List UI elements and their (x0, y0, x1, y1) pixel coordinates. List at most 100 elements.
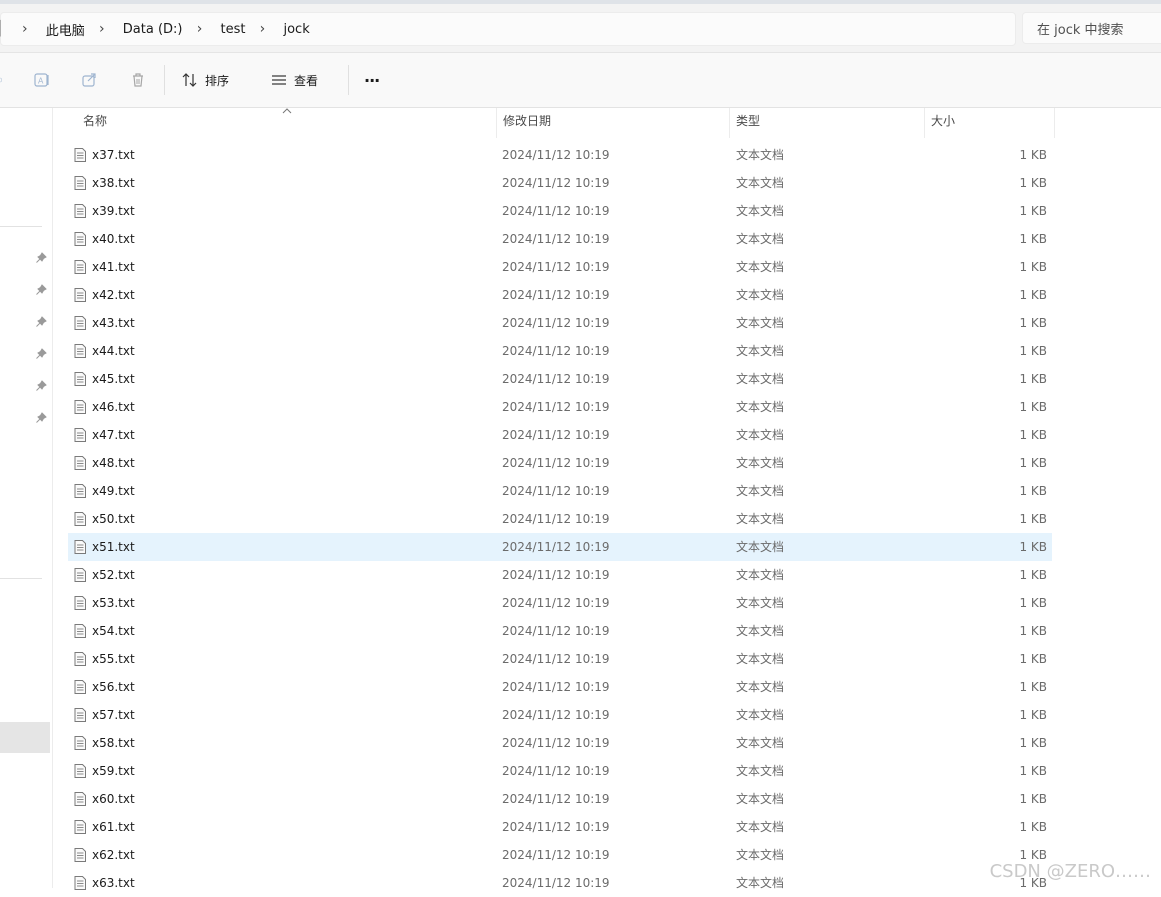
breadcrumb-item-drive[interactable]: › Data (D:) (87, 20, 185, 39)
breadcrumb-label[interactable]: jock (281, 20, 311, 39)
cut-icon[interactable] (0, 70, 6, 90)
file-name[interactable]: x54.txt (92, 617, 135, 645)
file-row[interactable]: x59.txt 2024/11/12 10:19 文本文档 1 KB (68, 757, 1052, 785)
breadcrumb-item-pc[interactable]: › 此电脑 (10, 18, 87, 41)
delete-icon[interactable] (128, 70, 148, 90)
file-row[interactable]: x53.txt 2024/11/12 10:19 文本文档 1 KB (68, 589, 1052, 617)
file-row[interactable]: x41.txt 2024/11/12 10:19 文本文档 1 KB (68, 253, 1052, 281)
file-name[interactable]: x38.txt (92, 169, 135, 197)
more-button[interactable]: ··· (364, 69, 380, 91)
file-name[interactable]: x40.txt (92, 225, 135, 253)
column-header-type[interactable]: 类型 (729, 108, 924, 138)
file-name[interactable]: x47.txt (92, 421, 135, 449)
file-row[interactable]: x50.txt 2024/11/12 10:19 文本文档 1 KB (68, 505, 1052, 533)
file-name[interactable]: x50.txt (92, 505, 135, 533)
breadcrumb-label[interactable]: 此电脑 (44, 18, 87, 41)
file-row[interactable]: x42.txt 2024/11/12 10:19 文本文档 1 KB (68, 281, 1052, 309)
file-modified: 2024/11/12 10:19 (502, 652, 610, 666)
text-file-icon (74, 680, 86, 694)
file-row[interactable]: x45.txt 2024/11/12 10:19 文本文档 1 KB (68, 365, 1052, 393)
file-row[interactable]: x55.txt 2024/11/12 10:19 文本文档 1 KB (68, 645, 1052, 673)
file-row[interactable]: x37.txt 2024/11/12 10:19 文本文档 1 KB (68, 141, 1052, 169)
file-row[interactable]: x44.txt 2024/11/12 10:19 文本文档 1 KB (68, 337, 1052, 365)
file-name[interactable]: x56.txt (92, 673, 135, 701)
file-name[interactable]: x42.txt (92, 281, 135, 309)
file-row[interactable]: x62.txt 2024/11/12 10:19 文本文档 1 KB (68, 841, 1052, 869)
file-size: 1 KB (1019, 288, 1047, 302)
pin-icon[interactable] (34, 379, 48, 393)
file-name[interactable]: x51.txt (92, 533, 135, 561)
breadcrumb-label[interactable]: test (219, 20, 248, 39)
pin-icon[interactable] (34, 411, 48, 425)
file-row[interactable]: x39.txt 2024/11/12 10:19 文本文档 1 KB (68, 197, 1052, 225)
file-name[interactable]: x52.txt (92, 561, 135, 589)
file-size: 1 KB (1019, 400, 1047, 414)
file-type: 文本文档 (736, 736, 785, 750)
address-bar-area: ▏ › 此电脑 › Data (D:) › test › jock 在 jock… (0, 0, 1161, 53)
file-row[interactable]: x58.txt 2024/11/12 10:19 文本文档 1 KB (68, 729, 1052, 757)
file-row[interactable]: x60.txt 2024/11/12 10:19 文本文档 1 KB (68, 785, 1052, 813)
breadcrumb-item-test[interactable]: › test (185, 20, 248, 39)
file-name[interactable]: x43.txt (92, 309, 135, 337)
text-file-icon (74, 260, 86, 274)
svg-text:A: A (38, 77, 44, 86)
file-row[interactable]: x51.txt 2024/11/12 10:19 文本文档 1 KB (68, 533, 1052, 561)
search-input[interactable]: 在 jock 中搜索 (1022, 12, 1161, 44)
nav-item-selected[interactable] (0, 722, 50, 753)
pin-icon[interactable] (34, 347, 48, 361)
address-bar[interactable]: ▏ › 此电脑 › Data (D:) › test › jock (0, 12, 1016, 46)
chevron-right-icon[interactable]: › (14, 21, 36, 37)
file-name[interactable]: x46.txt (92, 393, 135, 421)
breadcrumb-label[interactable]: Data (D:) (121, 20, 185, 39)
file-name[interactable]: x55.txt (92, 645, 135, 673)
chevron-right-icon[interactable]: › (91, 21, 113, 37)
file-name[interactable]: x63.txt (92, 869, 135, 897)
file-name[interactable]: x61.txt (92, 813, 135, 841)
column-header-size[interactable]: 大小 (924, 108, 1055, 138)
pin-icon[interactable] (34, 315, 48, 329)
file-row[interactable]: x40.txt 2024/11/12 10:19 文本文档 1 KB (68, 225, 1052, 253)
file-row[interactable]: x43.txt 2024/11/12 10:19 文本文档 1 KB (68, 309, 1052, 337)
file-size: 1 KB (1019, 456, 1047, 470)
file-row[interactable]: x61.txt 2024/11/12 10:19 文本文档 1 KB (68, 813, 1052, 841)
file-name[interactable]: x37.txt (92, 141, 135, 169)
breadcrumb-item-jock[interactable]: › jock (247, 20, 311, 39)
file-modified: 2024/11/12 10:19 (502, 260, 610, 274)
file-name[interactable]: x49.txt (92, 477, 135, 505)
file-name[interactable]: x53.txt (92, 589, 135, 617)
file-row[interactable]: x63.txt 2024/11/12 10:19 文本文档 1 KB (68, 869, 1052, 897)
file-row[interactable]: x54.txt 2024/11/12 10:19 文本文档 1 KB (68, 617, 1052, 645)
file-row[interactable]: x47.txt 2024/11/12 10:19 文本文档 1 KB (68, 421, 1052, 449)
file-name[interactable]: x39.txt (92, 197, 135, 225)
view-button[interactable]: 查看 (270, 69, 318, 91)
file-row[interactable]: x46.txt 2024/11/12 10:19 文本文档 1 KB (68, 393, 1052, 421)
rename-icon[interactable]: A (32, 70, 52, 90)
file-name[interactable]: x41.txt (92, 253, 135, 281)
sort-button[interactable]: 排序 (181, 69, 229, 91)
file-name[interactable]: x57.txt (92, 701, 135, 729)
file-modified: 2024/11/12 10:19 (502, 540, 610, 554)
file-name[interactable]: x59.txt (92, 757, 135, 785)
file-name[interactable]: x60.txt (92, 785, 135, 813)
share-icon[interactable] (80, 70, 100, 90)
pin-icon[interactable] (34, 283, 48, 297)
file-row[interactable]: x49.txt 2024/11/12 10:19 文本文档 1 KB (68, 477, 1052, 505)
file-row[interactable]: x56.txt 2024/11/12 10:19 文本文档 1 KB (68, 673, 1052, 701)
file-name[interactable]: x48.txt (92, 449, 135, 477)
column-header-modified[interactable]: 修改日期 (496, 108, 730, 138)
file-row[interactable]: x52.txt 2024/11/12 10:19 文本文档 1 KB (68, 561, 1052, 589)
file-name[interactable]: x44.txt (92, 337, 135, 365)
file-name[interactable]: x45.txt (92, 365, 135, 393)
file-row[interactable]: x38.txt 2024/11/12 10:19 文本文档 1 KB (68, 169, 1052, 197)
file-modified: 2024/11/12 10:19 (502, 344, 610, 358)
pin-icon[interactable] (34, 251, 48, 265)
file-name[interactable]: x58.txt (92, 729, 135, 757)
view-list-icon (272, 75, 286, 85)
file-name[interactable]: x62.txt (92, 841, 135, 869)
chevron-right-icon[interactable]: › (189, 21, 211, 37)
file-type: 文本文档 (736, 680, 785, 694)
file-row[interactable]: x48.txt 2024/11/12 10:19 文本文档 1 KB (68, 449, 1052, 477)
file-size: 1 KB (1019, 204, 1047, 218)
chevron-right-icon[interactable]: › (251, 21, 273, 37)
file-row[interactable]: x57.txt 2024/11/12 10:19 文本文档 1 KB (68, 701, 1052, 729)
